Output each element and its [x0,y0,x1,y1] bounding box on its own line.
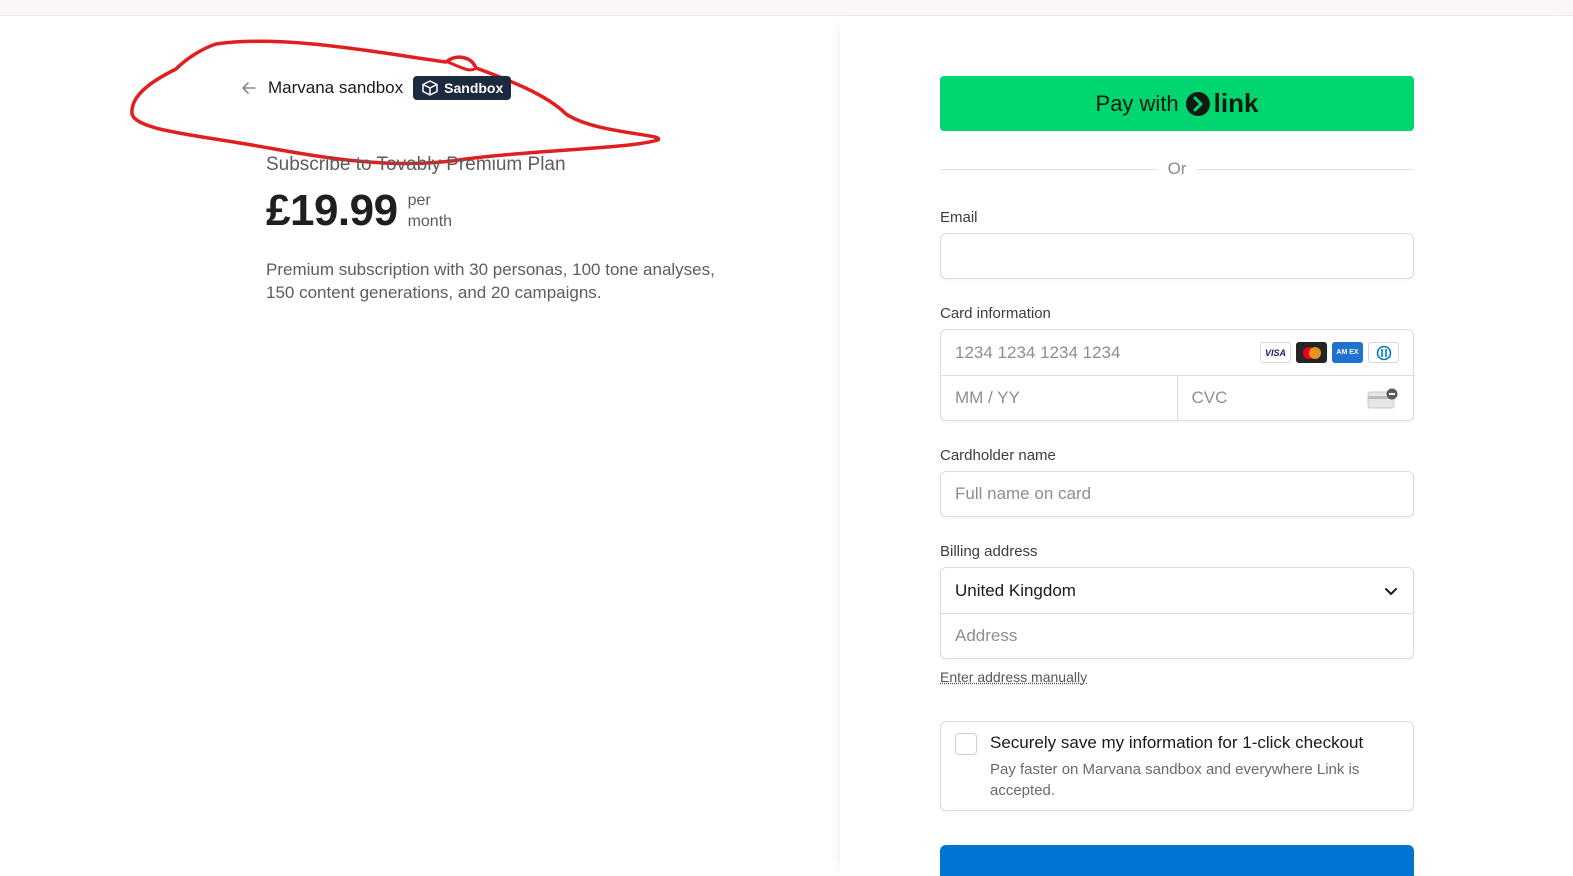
cvc-card-icon [1367,388,1399,415]
billing-address-fields: United Kingdom Address [940,567,1414,659]
save-info-checkbox[interactable] [955,733,977,755]
expiry-placeholder: MM / YY [955,388,1020,408]
visa-icon: VISA [1260,342,1291,363]
period-line-1: per [408,192,431,209]
pay-with-link-button[interactable]: Pay with link [940,76,1414,131]
billing-group: Billing address United Kingdom Address E… [940,543,1414,687]
card-info-label: Card information [940,305,1414,322]
chevron-down-icon [1383,583,1399,599]
order-summary-panel: Marvana sandbox Sandbox Subscribe to Tov… [0,16,840,876]
price-period: per month [408,190,452,232]
price-row: £19.99 per month [266,186,452,236]
card-group: Card information 1234 1234 1234 1234 VIS… [940,305,1414,421]
cardholder-name-input[interactable] [940,471,1414,517]
sandbox-badge: Sandbox [413,76,511,100]
card-number-placeholder: 1234 1234 1234 1234 [955,343,1120,363]
cvc-placeholder: CVC [1192,388,1228,408]
link-chevron-icon [1185,91,1211,117]
card-expiry-cvc-row: MM / YY CVC [941,375,1413,420]
payment-panel: Pay with link Or Email Card information … [840,16,1573,876]
payment-form: Pay with link Or Email Card information … [940,76,1414,876]
merchant-header: Marvana sandbox Sandbox [240,76,511,100]
period-line-2: month [408,213,452,230]
card-cvc-input[interactable]: CVC [1177,376,1414,421]
save-info-title: Securely save my information for 1-click… [990,733,1399,753]
arrow-left-icon[interactable] [240,79,258,97]
address-input[interactable]: Address [941,613,1413,658]
cardholder-label: Cardholder name [940,447,1414,464]
price-amount: £19.99 [266,186,398,236]
separator-text: Or [1168,159,1187,179]
save-info-description: Pay faster on Marvana sandbox and everyw… [990,759,1399,801]
link-brand: link [1185,88,1259,119]
card-expiry-input[interactable]: MM / YY [941,376,1177,421]
amex-icon: AM EX [1332,342,1363,363]
browser-top-strip [0,0,1573,16]
separator-line-right [1196,169,1414,170]
separator-line-left [940,169,1158,170]
email-input[interactable] [940,233,1414,279]
subscribe-button[interactable] [940,845,1414,876]
save-info-box: Securely save my information for 1-click… [940,721,1414,811]
sandbox-badge-label: Sandbox [444,80,503,96]
product-description: Premium subscription with 30 personas, 1… [266,258,746,304]
merchant-name[interactable]: Marvana sandbox [268,78,403,98]
link-brand-text: link [1214,88,1259,119]
email-label: Email [940,209,1414,226]
card-brands: VISA AM EX [1260,342,1399,363]
country-value: United Kingdom [955,581,1076,601]
email-group: Email [940,209,1414,279]
enter-address-manually-link[interactable]: Enter address manually [940,669,1087,685]
mastercard-icon [1296,342,1327,363]
cardholder-group: Cardholder name [940,447,1414,517]
or-separator: Or [940,159,1414,179]
address-placeholder: Address [955,626,1017,646]
diners-icon [1368,342,1399,363]
card-fields: 1234 1234 1234 1234 VISA AM EX MM / YY C… [940,329,1414,421]
country-select[interactable]: United Kingdom [941,568,1413,613]
billing-address-label: Billing address [940,543,1414,560]
link-button-prefix: Pay with [1096,91,1179,117]
red-annotation-scribble [126,34,666,174]
product-title: Subscribe to Tovably Premium Plan [266,154,566,176]
cube-icon [421,79,439,97]
card-number-row: 1234 1234 1234 1234 VISA AM EX [941,330,1413,375]
